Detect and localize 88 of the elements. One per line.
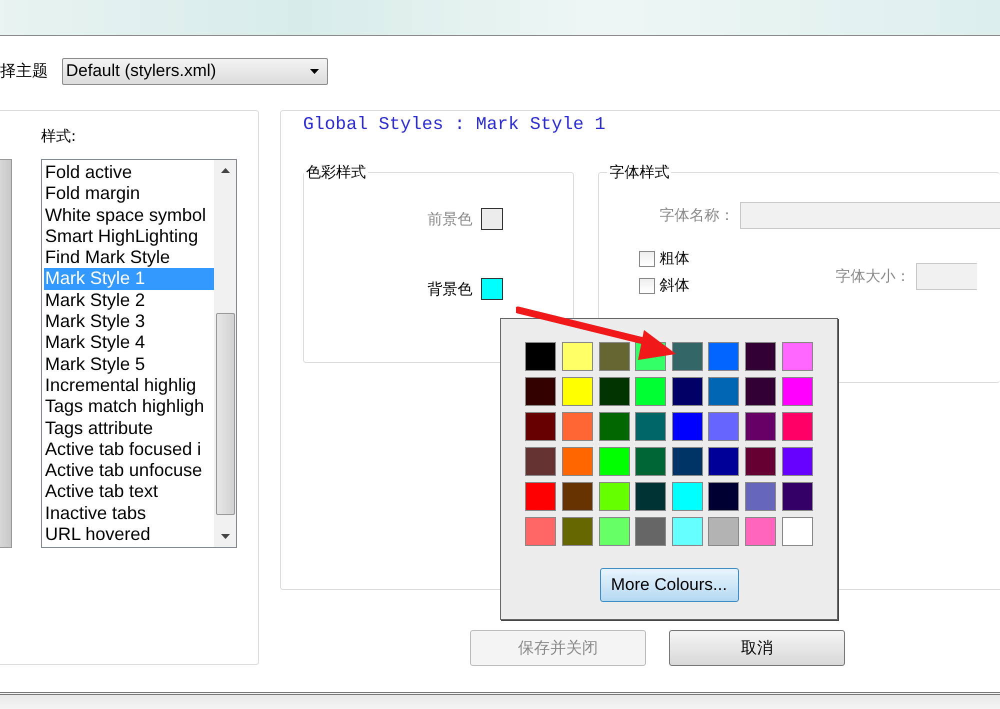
list-item[interactable]: Fold margin xyxy=(44,183,214,205)
color-swatch[interactable] xyxy=(782,412,813,441)
color-swatch[interactable] xyxy=(782,447,813,476)
scrollbar[interactable] xyxy=(214,160,236,547)
list-item[interactable]: Fold active xyxy=(44,162,214,184)
list-item[interactable]: Active tab text xyxy=(44,481,214,503)
list-item[interactable]: Tags attribute xyxy=(44,418,214,439)
list-item[interactable]: Active tab unfocuse xyxy=(44,460,214,482)
color-swatch[interactable] xyxy=(598,412,630,441)
color-swatch[interactable] xyxy=(635,517,666,546)
color-swatch[interactable] xyxy=(598,482,630,511)
color-swatch[interactable] xyxy=(744,482,776,511)
color-swatch[interactable] xyxy=(672,342,703,371)
theme-dropdown[interactable]: Default (stylers.xml) xyxy=(62,58,328,84)
color-swatch[interactable] xyxy=(672,482,703,511)
theme-label: 择主题 xyxy=(0,60,49,82)
more-colours-button[interactable]: More Colours... xyxy=(600,568,738,602)
group-title: 色彩样式 xyxy=(305,163,367,182)
checkbox-label: 粗体 xyxy=(659,249,690,268)
list-item[interactable]: URL hovered xyxy=(44,524,214,546)
color-swatch[interactable] xyxy=(708,447,740,476)
color-swatch[interactable] xyxy=(562,517,594,546)
font-name-field[interactable] xyxy=(740,202,1000,229)
color-label: 背景色 xyxy=(427,280,472,298)
color-swatch[interactable] xyxy=(635,447,666,476)
scrollbar[interactable] xyxy=(0,159,12,548)
list-item[interactable]: Inactive tabs xyxy=(44,502,214,524)
color-swatch[interactable] xyxy=(782,377,813,406)
checkbox-label: 斜体 xyxy=(659,276,690,295)
color-swatch[interactable] xyxy=(562,342,594,371)
color-swatch[interactable] xyxy=(562,447,594,476)
color-swatch[interactable] xyxy=(481,278,504,300)
list-item[interactable]: Active tab focused i xyxy=(44,438,214,460)
color-swatch[interactable] xyxy=(598,447,630,476)
scroll-down-icon[interactable] xyxy=(220,534,230,539)
color-swatch[interactable] xyxy=(708,482,740,511)
color-swatch[interactable] xyxy=(782,342,813,371)
color-swatch[interactable] xyxy=(635,412,666,441)
font-name-label: 字体名称： xyxy=(659,206,734,225)
color-swatch[interactable] xyxy=(525,377,556,406)
group-title: 字体样式 xyxy=(608,163,670,182)
color-swatch[interactable] xyxy=(708,412,740,441)
color-swatch[interactable] xyxy=(708,517,740,546)
color-swatch[interactable] xyxy=(744,412,776,441)
color-swatch[interactable] xyxy=(708,377,740,406)
font-size-label: 字体大小： xyxy=(835,266,910,286)
color-swatch[interactable] xyxy=(708,342,740,371)
checkbox[interactable] xyxy=(639,250,656,266)
color-swatch[interactable] xyxy=(782,517,813,546)
list-item[interactable]: White space symbol xyxy=(44,204,214,226)
font-size-field[interactable] xyxy=(916,262,978,290)
style-title: Global Styles : Mark Style 1 xyxy=(303,115,606,135)
color-swatch[interactable] xyxy=(672,412,703,441)
color-swatch[interactable] xyxy=(562,482,594,511)
color-swatch[interactable] xyxy=(525,342,556,371)
color-swatch[interactable] xyxy=(744,377,776,406)
color-swatch[interactable] xyxy=(598,377,630,406)
scroll-up-icon[interactable] xyxy=(220,168,230,173)
color-swatch[interactable] xyxy=(744,447,776,476)
color-swatch[interactable] xyxy=(525,447,556,476)
list-item[interactable]: Mark Style 5 xyxy=(44,354,214,375)
color-swatch[interactable] xyxy=(525,482,556,511)
caret-icon xyxy=(310,68,319,74)
color-swatch[interactable] xyxy=(672,517,703,546)
color-swatch[interactable] xyxy=(635,482,666,511)
styles-label: 样式: xyxy=(41,127,78,147)
list-item[interactable]: Smart HighLighting xyxy=(44,226,214,248)
list-item[interactable]: Mark Style 2 xyxy=(44,290,214,312)
color-swatch[interactable] xyxy=(672,447,703,476)
color-swatch[interactable] xyxy=(744,342,776,371)
dialog-button[interactable]: 取消 xyxy=(669,630,845,666)
list-item[interactable]: Incremental highlig xyxy=(44,374,214,396)
color-swatch[interactable] xyxy=(598,342,630,371)
color-swatch[interactable] xyxy=(782,482,813,511)
color-swatch[interactable] xyxy=(744,517,776,546)
color-swatch[interactable] xyxy=(598,517,630,546)
color-swatch[interactable] xyxy=(525,517,556,546)
list-item[interactable]: Tags match highligh xyxy=(44,396,214,418)
color-swatch[interactable] xyxy=(562,377,594,406)
list-item[interactable]: Mark Style 3 xyxy=(44,311,214,332)
color-swatch[interactable] xyxy=(562,412,594,441)
color-swatch[interactable] xyxy=(672,377,703,406)
color-label: 前景色 xyxy=(427,210,472,228)
checkbox[interactable] xyxy=(639,278,656,294)
list-item[interactable]: Find Mark Style xyxy=(44,247,214,268)
color-swatch[interactable] xyxy=(525,412,556,441)
color-swatch[interactable] xyxy=(635,377,666,406)
list-item[interactable]: Mark Style 4 xyxy=(44,332,214,354)
